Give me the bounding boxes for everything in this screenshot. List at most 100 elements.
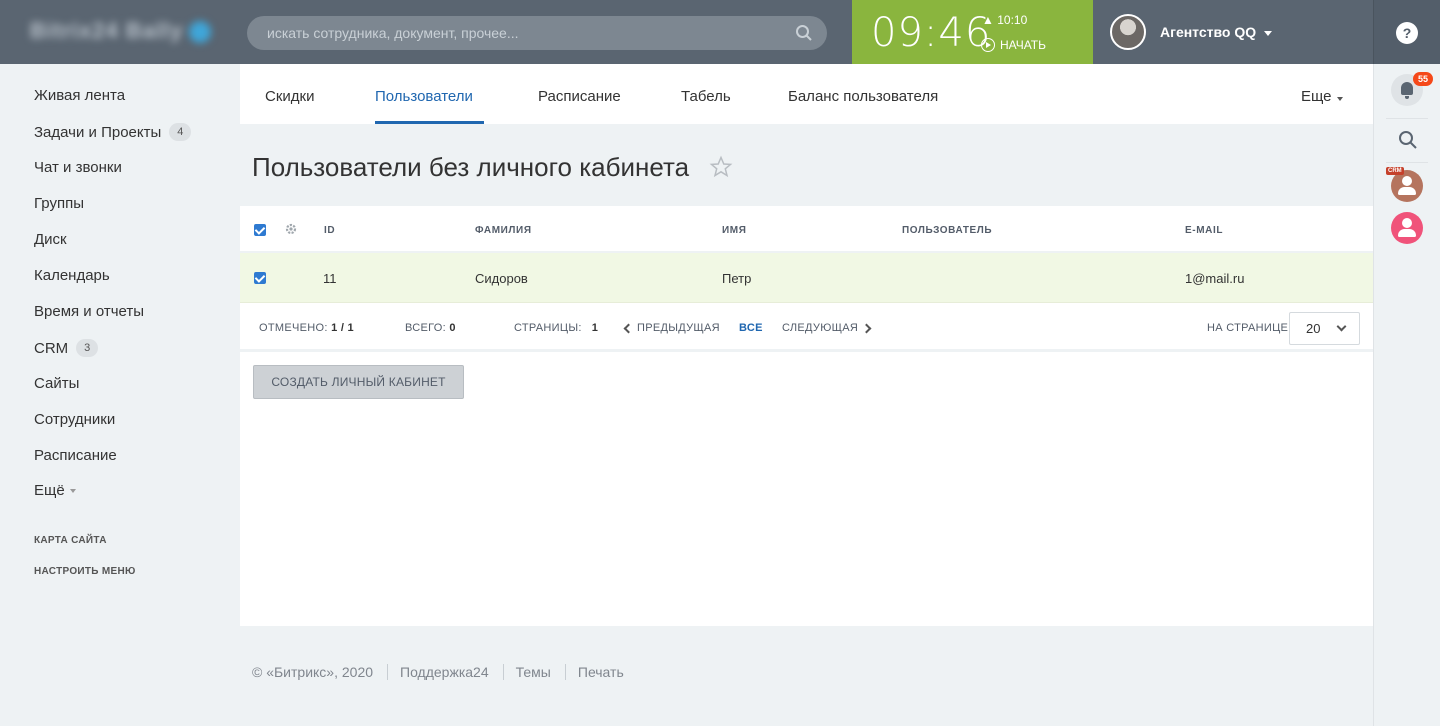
menu-item-time-reports[interactable]: Время и отчеты — [34, 303, 144, 320]
menu-item-label: Время и отчеты — [34, 303, 145, 320]
next-page-link[interactable]: СЛЕДУЮЩАЯ — [782, 322, 872, 334]
menu-item-groups[interactable]: Группы — [34, 195, 84, 212]
menu-item-calendar[interactable]: Календарь — [34, 267, 110, 284]
column-header-last-name[interactable]: ФАМИЛИЯ — [475, 225, 532, 236]
table-row[interactable]: 11 Сидоров Петр 1@mail.ru — [240, 253, 1373, 303]
footer-link-themes[interactable]: Темы — [516, 664, 551, 680]
search-icon[interactable] — [1398, 130, 1418, 150]
create-account-button[interactable]: СОЗДАТЬ ЛИЧНЫЙ КАБИНЕТ — [253, 365, 464, 399]
logo-text: Bitrix24 Bally — [30, 18, 184, 43]
tab-discounts[interactable]: Скидки — [265, 88, 314, 105]
menu-item-employees[interactable]: Сотрудники — [34, 411, 115, 428]
gear-icon[interactable] — [284, 222, 298, 236]
search-input[interactable] — [247, 16, 827, 50]
notification-badge: 55 — [1413, 72, 1433, 86]
tab-user-balance[interactable]: Баланс пользователя — [788, 88, 938, 105]
divider — [1386, 118, 1428, 119]
start-label: НАЧАТЬ — [1000, 38, 1047, 52]
users-grid-panel: ID ФАМИЛИЯ ИМЯ ПОЛЬЗОВАТЕЛЬ E-MAIL 11 Си… — [240, 206, 1373, 626]
contact-avatar[interactable] — [1391, 212, 1423, 244]
tabs-bar: Скидки Пользователи Расписание Табель Ба… — [240, 64, 1373, 124]
user-icon-head — [1402, 218, 1412, 228]
menu-item-feed[interactable]: Живая лента — [34, 87, 125, 104]
alarm-time-value: 10:10 — [997, 13, 1028, 27]
pages-value: 1 — [591, 322, 599, 334]
logo-cloud-icon — [189, 21, 212, 44]
clock-time: 09:46 — [871, 10, 992, 56]
tab-more[interactable]: Еще — [1301, 88, 1343, 105]
sitemap-link[interactable]: КАРТА САЙТА — [34, 535, 107, 546]
user-icon-body — [1398, 187, 1416, 195]
alarm-time: ▲ 10:10 — [982, 13, 1028, 27]
column-header-user[interactable]: ПОЛЬЗОВАТЕЛЬ — [902, 225, 992, 236]
prev-label: ПРЕДЫДУЩАЯ — [637, 322, 720, 334]
star-icon[interactable] — [709, 155, 733, 179]
select-all-checkbox[interactable] — [254, 224, 266, 236]
user-icon-body — [1398, 229, 1416, 237]
start-workday-button[interactable]: НАЧАТЬ — [981, 38, 1046, 52]
menu-item-label: Группы — [34, 195, 84, 212]
play-icon — [981, 38, 995, 52]
footer-link-support[interactable]: Поддержка24 — [400, 664, 489, 680]
cell-id: 11 — [323, 271, 337, 286]
grid-navigation: ОТМЕЧЕНО: 1 / 1 ВСЕГО: 0 СТРАНИЦЫ: 1 ПРЕ… — [240, 304, 1373, 352]
selected-value: 1 / 1 — [331, 322, 354, 334]
chevron-left-icon — [623, 323, 634, 334]
menu-item-sites[interactable]: Сайты — [34, 375, 79, 392]
cell-first-name: Петр — [722, 271, 752, 286]
cell-email: 1@mail.ru — [1185, 271, 1245, 286]
tab-schedule[interactable]: Расписание — [538, 88, 621, 105]
crm-contact-avatar[interactable]: CRM — [1386, 167, 1423, 202]
selected-count: ОТМЕЧЕНО: 1 / 1 — [259, 322, 354, 334]
pages-info: СТРАНИЦЫ: 1 — [514, 322, 598, 334]
tab-timesheet[interactable]: Табель — [681, 88, 731, 105]
menu-item-label: Сотрудники — [34, 411, 116, 428]
column-header-id[interactable]: ID — [324, 225, 335, 236]
grid-header: ID ФАМИЛИЯ ИМЯ ПОЛЬЗОВАТЕЛЬ E-MAIL — [240, 206, 1373, 253]
user-menu[interactable]: Агентство QQ — [1110, 14, 1273, 50]
menu-item-schedule[interactable]: Расписание — [34, 447, 117, 464]
search-box[interactable] — [247, 16, 827, 50]
row-checkbox[interactable] — [254, 272, 266, 284]
notifications-button[interactable]: 55 — [1391, 72, 1433, 106]
total-label: ВСЕГО: — [405, 322, 447, 334]
menu-item-label: Календарь — [34, 267, 110, 284]
chevron-right-icon — [861, 323, 872, 334]
portal-logo[interactable]: Bitrix24 Bally — [30, 18, 212, 44]
search-icon[interactable] — [795, 24, 813, 42]
cell-last-name: Сидоров — [475, 271, 528, 286]
tab-users[interactable]: Пользователи — [375, 88, 473, 105]
chevron-down-icon — [1264, 30, 1273, 36]
active-tab-indicator — [375, 121, 484, 124]
menu-item-crm[interactable]: CRM 3 — [34, 339, 99, 357]
crm-counter: 3 — [76, 339, 99, 357]
all-pages-link[interactable]: ВСЕ — [739, 322, 763, 334]
next-label: СЛЕДУЮЩАЯ — [782, 322, 859, 334]
selected-label: ОТМЕЧЕНО: — [259, 322, 328, 334]
avatar — [1110, 14, 1146, 50]
copyright: © «Битрикс», 2020 — [252, 664, 374, 680]
user-icon-head — [1402, 176, 1412, 186]
crm-tag: CRM — [1386, 167, 1404, 175]
menu-item-label: Живая лента — [34, 87, 126, 104]
column-header-email[interactable]: E-MAIL — [1185, 225, 1223, 236]
top-header: Bitrix24 Bally 09:46 ▲ 10:10 НАЧАТЬ Аген… — [0, 0, 1440, 64]
column-header-first-name[interactable]: ИМЯ — [722, 225, 747, 236]
menu-item-label: Ещё — [34, 482, 65, 499]
per-page-label: НА СТРАНИЦЕ: — [1207, 322, 1292, 334]
menu-item-disk[interactable]: Диск — [34, 231, 67, 248]
work-day-widget[interactable]: 09:46 ▲ 10:10 НАЧАТЬ — [852, 0, 1093, 64]
footer-link-print[interactable]: Печать — [578, 664, 624, 680]
prev-page-link[interactable]: ПРЕДЫДУЩАЯ — [623, 322, 720, 334]
divider — [564, 664, 566, 680]
configure-menu-link[interactable]: НАСТРОИТЬ МЕНЮ — [34, 566, 136, 577]
menu-item-more[interactable]: Ещё — [34, 482, 76, 499]
help-icon[interactable]: ? — [1396, 22, 1418, 44]
per-page-select[interactable]: 20 — [1289, 312, 1360, 345]
chevron-down-icon — [1336, 321, 1347, 332]
menu-item-tasks[interactable]: Задачи и Проекты 4 — [34, 123, 192, 141]
divider — [502, 664, 504, 680]
menu-item-chat[interactable]: Чат и звонки — [34, 159, 122, 176]
user-name: Агентство QQ — [1160, 24, 1273, 40]
page-title: Пользователи без личного кабинета — [252, 152, 690, 182]
